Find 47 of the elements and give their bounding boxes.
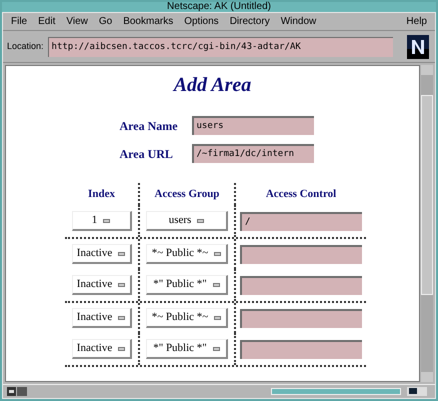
dropdown-icon [212, 346, 220, 350]
input-field[interactable] [240, 244, 362, 264]
dropdown[interactable]: Inactive [72, 275, 132, 295]
input-field[interactable] [240, 308, 362, 328]
menu-item[interactable]: Options [184, 14, 219, 29]
dropdown[interactable]: *~ Public *~ [146, 244, 228, 264]
input-field[interactable] [240, 340, 362, 358]
window-title: Netscape: AK (Untitled) [167, 2, 271, 12]
dropdown-icon [118, 252, 126, 256]
input-field[interactable] [240, 276, 362, 294]
dropdown-icon [214, 316, 222, 320]
menu-item[interactable]: Edit [38, 14, 56, 29]
input-field[interactable]: users [192, 116, 314, 135]
dropdown-icon [214, 252, 222, 256]
dropdown-icon [118, 346, 126, 350]
column-header: Access Group [154, 186, 220, 202]
input-field[interactable]: / [240, 212, 362, 230]
column-header: Index [88, 186, 115, 202]
page-heading: Add Area [174, 73, 252, 98]
dropdown-icon [103, 218, 110, 222]
menu-item[interactable]: Go [98, 14, 112, 29]
dropdown[interactable]: Inactive [72, 339, 132, 359]
menu-item[interactable]: Help [406, 14, 427, 29]
logo-icon [407, 34, 429, 58]
field-label: Area URL [120, 146, 174, 162]
dropdown-icon [118, 316, 126, 320]
dropdown-icon [197, 218, 204, 222]
menu-item[interactable]: Window [280, 14, 316, 29]
location-label: Location: [7, 40, 44, 53]
dropdown[interactable]: *" Public *" [146, 275, 228, 295]
dropdown[interactable]: 1 [72, 211, 132, 231]
dropdown[interactable]: users [146, 211, 228, 231]
dropdown[interactable]: Inactive [72, 244, 132, 264]
dropdown[interactable]: *~ Public *~ [146, 308, 228, 328]
dropdown[interactable]: *" Public *" [146, 339, 228, 359]
menu-item[interactable]: View [66, 14, 88, 29]
location-field[interactable]: http://aibcsen.taccos.tcrc/cgi-bin/43-adtar/AK [48, 36, 393, 56]
dropdown-icon [212, 282, 220, 286]
menu-item[interactable]: Bookmarks [123, 14, 174, 29]
menu-item[interactable]: File [11, 14, 28, 29]
input-field[interactable]: /~firma1/dc/intern [192, 144, 314, 163]
scrollbar[interactable] [421, 65, 433, 382]
menu-item[interactable]: Directory [230, 14, 270, 29]
column-header: Access Control [266, 186, 336, 202]
dropdown-icon [118, 282, 126, 286]
dropdown[interactable]: Inactive [72, 308, 132, 328]
field-label: Area Name [120, 118, 179, 134]
